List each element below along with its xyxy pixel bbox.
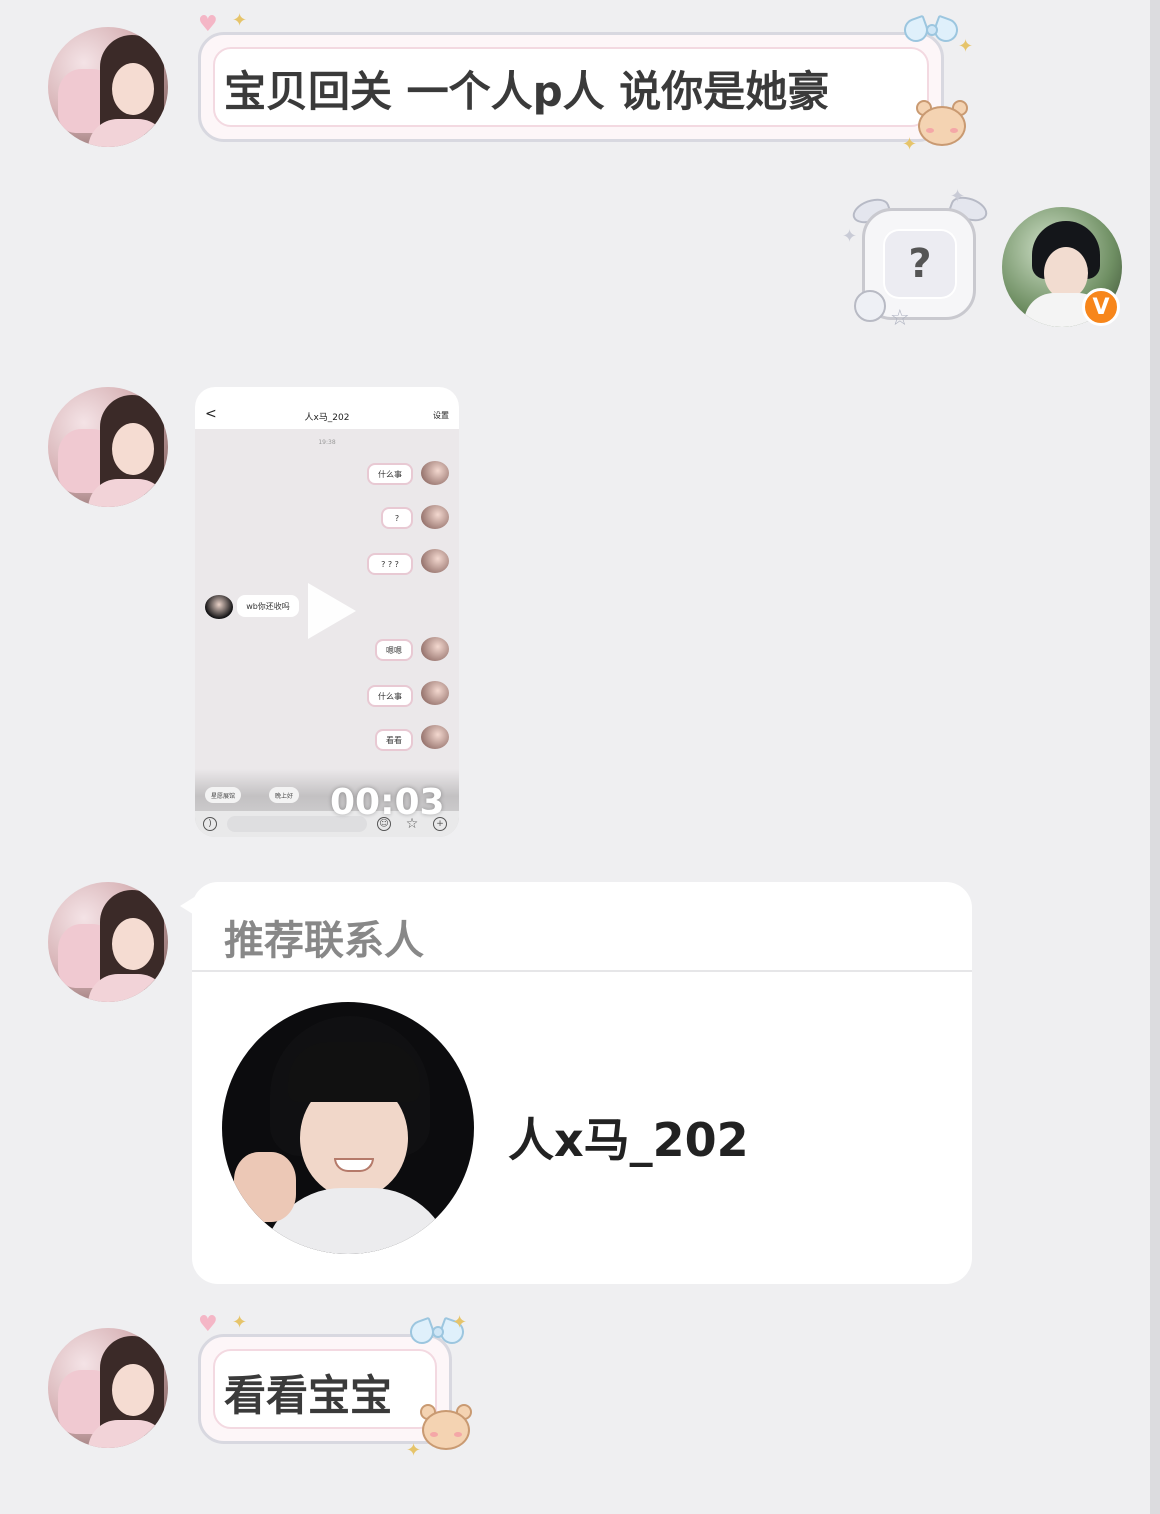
preview-avatar <box>421 725 449 749</box>
voice-icon: ) <box>203 817 217 831</box>
bow-icon <box>900 14 962 50</box>
preview-settings: 设置 <box>433 411 449 420</box>
preview-incoming: wb你还收吗 <box>237 595 299 617</box>
contact-avatar[interactable] <box>222 1002 474 1254</box>
preview-avatar <box>421 505 449 529</box>
avatar-her[interactable] <box>48 387 168 507</box>
contact-card[interactable]: 推荐联系人 人x马_202 <box>192 882 972 1284</box>
bear-icon <box>416 1404 474 1454</box>
verified-badge: V <box>1082 288 1120 326</box>
preview-time: 19:38 <box>318 439 336 446</box>
message-text: 看看宝宝 <box>224 1371 393 1420</box>
preview-bubble: 什么事 <box>367 685 413 707</box>
sparkle-icon: ✦ <box>902 134 918 155</box>
sparkle-icon: ✦ <box>958 36 974 57</box>
heart-icon: ♥ <box>198 1312 218 1337</box>
message-text: 宝贝回关 一个人p人 说你是她豪 <box>224 67 830 116</box>
heart-icon: ♥ <box>198 12 218 37</box>
sparkle-icon: ✦ <box>232 10 248 31</box>
preview-avatar <box>421 549 449 573</box>
sparkle-icon: ✦ <box>232 1312 248 1333</box>
sparkle-icon: ✦ <box>950 186 966 207</box>
contact-name[interactable]: 人x马_202 <box>508 1104 749 1170</box>
preview-title: 人x马_202 <box>304 413 350 423</box>
preview-avatar <box>421 637 449 661</box>
sparkle-icon: ✦ <box>406 1440 422 1461</box>
phone-status-bar <box>195 387 459 403</box>
preview-bubble: ? ? ? <box>367 553 413 575</box>
divider <box>192 970 972 972</box>
preview-bubble: 什么事 <box>367 463 413 485</box>
preview-bubble: 看看 <box>375 729 413 751</box>
sparkle-icon: ✦ <box>842 226 858 247</box>
preview-avatar <box>205 595 233 619</box>
play-icon[interactable] <box>308 583 356 639</box>
avatar-her[interactable] <box>48 882 168 1002</box>
preview-avatar <box>421 461 449 485</box>
avatar-her[interactable] <box>48 1328 168 1448</box>
preview-navbar: < 人x马_202 设置 <box>195 403 459 429</box>
video-duration: 00:03 <box>330 782 445 823</box>
star-icon: ☆ <box>890 306 910 331</box>
preview-avatar <box>421 681 449 705</box>
gear-charm-icon <box>854 290 886 322</box>
preview-chip: 星愿展馆 <box>205 787 242 803</box>
preview-bubble: 嗯嗯 <box>375 639 413 661</box>
sparkle-icon: ✦ <box>452 1312 468 1333</box>
card-title: 推荐联系人 <box>224 918 424 964</box>
message-text: ? <box>883 229 957 299</box>
avatar-her[interactable] <box>48 27 168 147</box>
preview-bubble: ? <box>381 507 413 529</box>
preview-chip: 晚上好 <box>269 787 300 803</box>
bear-icon <box>912 100 970 150</box>
scrollbar[interactable] <box>1150 0 1160 1514</box>
